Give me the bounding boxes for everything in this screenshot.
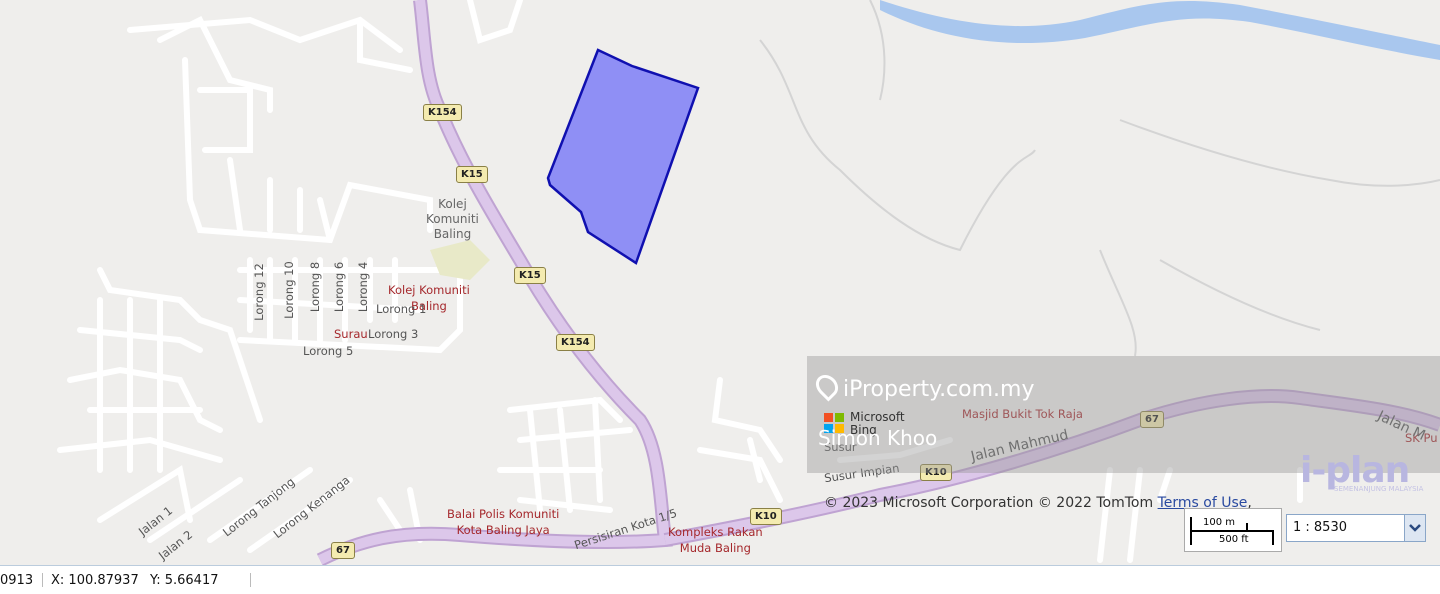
scale-metric: 100 m bbox=[1203, 517, 1236, 528]
kolej-gray-line3: Baling bbox=[433, 227, 472, 241]
route-shield-67: 67 bbox=[331, 542, 355, 559]
status-bar: 0913 X: 100.87937 Y: 5.66417 bbox=[0, 565, 1440, 594]
street-lorong-6: Lorong 6 bbox=[332, 261, 347, 313]
status-scale-fragment: 0913 bbox=[0, 573, 34, 588]
route-shield-k10: K10 bbox=[750, 508, 782, 525]
scale-dropdown-button[interactable] bbox=[1404, 515, 1425, 541]
balai-polis-label[interactable]: Balai Polis Komuniti Kota Baling Jaya bbox=[447, 506, 559, 538]
street-lorong-10: Lorong 10 bbox=[281, 261, 296, 319]
map-view[interactable]: K154 K15 K15 K154 67 K10 K10 67 Kolej Ko… bbox=[0, 0, 1440, 565]
land-parcel-highlight[interactable] bbox=[546, 48, 700, 265]
street-lorong-3: Lorong 3 bbox=[368, 327, 419, 341]
kompleks-line2: Muda Baling bbox=[679, 541, 751, 555]
route-shield-k154: K154 bbox=[556, 334, 595, 351]
balai-line2: Kota Baling Jaya bbox=[456, 523, 550, 537]
surau-label[interactable]: Surau bbox=[334, 326, 368, 342]
status-y-coordinate: Y: 5.66417 bbox=[150, 573, 219, 588]
route-shield-k15: K15 bbox=[456, 166, 488, 183]
street-lorong-4: Lorong 4 bbox=[356, 261, 371, 313]
status-divider bbox=[250, 573, 251, 587]
street-lorong-12: Lorong 12 bbox=[251, 263, 266, 321]
route-shield-k15: K15 bbox=[514, 267, 546, 284]
agent-name-watermark: Simon Khoo bbox=[818, 426, 938, 450]
scale-bar: 100 m 500 ft bbox=[1184, 508, 1282, 552]
kolej-gray-line1: Kolej bbox=[438, 197, 467, 211]
location-pin-icon bbox=[811, 370, 843, 402]
route-shield-k154: K154 bbox=[423, 104, 462, 121]
attribution-text: © 2023 Microsoft Corporation © 2022 TomT… bbox=[824, 495, 1154, 511]
chevron-down-icon bbox=[1409, 524, 1421, 532]
iplan-tagline: SEMENANJUNG MALAYSIA bbox=[1334, 485, 1424, 493]
campus-area bbox=[430, 240, 490, 280]
scale-ratio-value: 1 : 8530 bbox=[1293, 520, 1347, 535]
terrain-lines bbox=[759, 0, 1440, 357]
iproperty-text: iProperty.com.my bbox=[843, 377, 1035, 402]
map-base-layer bbox=[57, 0, 1440, 565]
street-lorong-5: Lorong 5 bbox=[303, 344, 354, 358]
iplan-logo: i-plan SEMENANJUNG MALAYSIA bbox=[1300, 450, 1423, 493]
scale-imperial: 500 ft bbox=[1219, 534, 1249, 545]
kompleks-line1: Kompleks Rakan bbox=[668, 525, 763, 539]
ms-logo-green bbox=[835, 413, 844, 422]
scale-selector[interactable]: 1 : 8530 bbox=[1286, 514, 1426, 542]
balai-line1: Balai Polis Komuniti bbox=[447, 507, 560, 521]
kolej-poi-line1: Kolej Komuniti bbox=[388, 283, 470, 297]
kolej-komuniti-gray-label: Kolej Komuniti Baling bbox=[426, 197, 479, 242]
iproperty-watermark: iProperty.com.my bbox=[811, 370, 1035, 402]
river bbox=[880, 0, 1440, 60]
street-lorong-1: Lorong 1 bbox=[376, 302, 427, 316]
ms-logo-red bbox=[824, 413, 833, 422]
kompleks-label[interactable]: Kompleks Rakan Muda Baling bbox=[668, 524, 763, 556]
kolej-gray-line2: Komuniti bbox=[426, 212, 479, 226]
street-lorong-8: Lorong 8 bbox=[308, 261, 323, 313]
status-x-coordinate: X: 100.87937 bbox=[42, 573, 139, 588]
